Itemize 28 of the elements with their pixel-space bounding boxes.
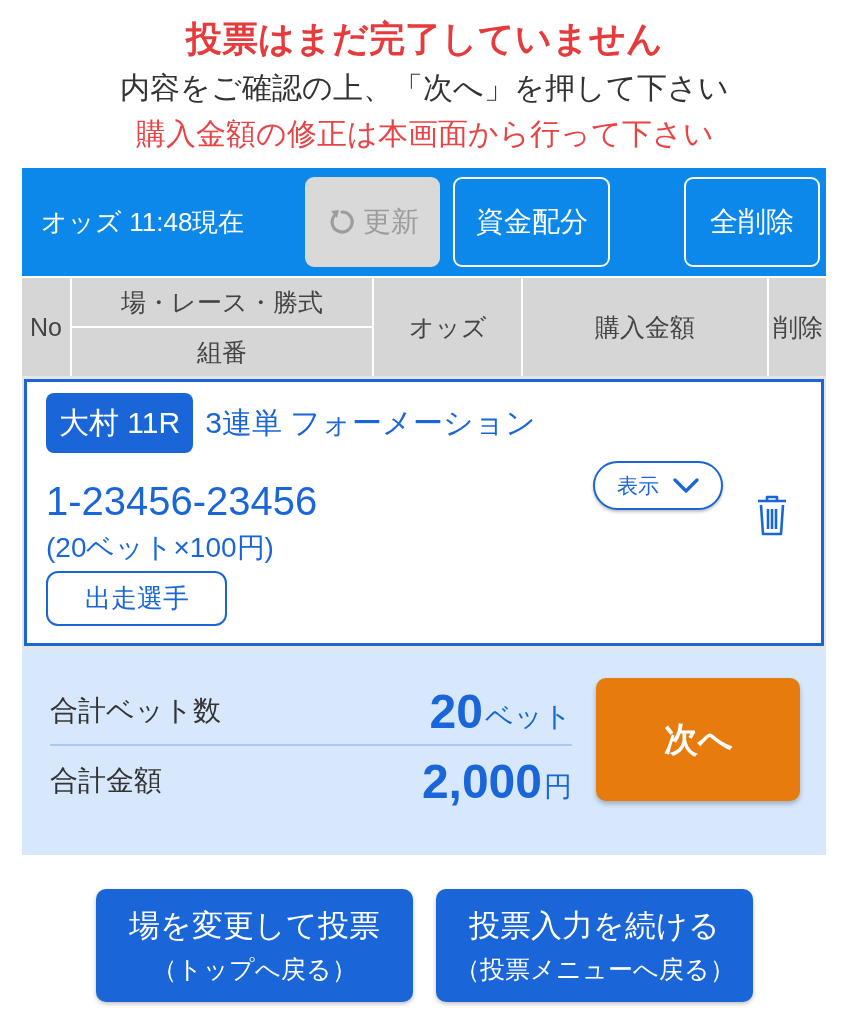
summary-label: 合計金額 [50,764,162,798]
toolbar-button[interactable]: 全削除 [684,177,820,267]
show-toggle-button[interactable]: 表示 [593,461,723,510]
column-header: No [22,278,70,376]
footer-button[interactable]: 投票入力を続ける （投票メニューへ戻る） [436,889,753,1002]
footer-button[interactable]: 場を変更して投票 （トップへ戻る） [96,889,413,1002]
summary-value: 20 [429,683,483,739]
summary-unit: ベット [485,700,572,734]
summary-label: 合計ベット数 [50,694,221,728]
odds-time: オッズ 11:48現在 [41,205,246,239]
instruction-text: 内容をご確認の上、「次へ」を押して下さい [120,70,729,106]
column-header: 購入金額 [523,278,767,376]
race-badge: 大村 11R [46,393,194,453]
column-header: 組番 [72,328,372,376]
summary-value: 2,000 [421,753,542,809]
players-button[interactable]: 出走選手 [46,571,227,626]
warning-text: 購入金額の修正は本画面から行って下さい [135,116,714,152]
toolbar-button[interactable]: 資金配分 [453,177,610,267]
column-header: 場・レース・勝式 [72,278,372,326]
status-title: 投票はまだ完了していません [186,17,663,61]
column-header: オッズ [374,278,521,376]
summary-unit: 円 [544,770,572,804]
bet-type: 3連単 フォーメーション [205,404,537,441]
next-button[interactable]: 次へ [596,678,800,801]
bet-detail: (20ベット×100円) [46,531,275,565]
column-header: 削除 [769,278,826,376]
delete-icon[interactable] [756,493,788,536]
bet-combination: 1-23456-23456 [46,478,318,525]
